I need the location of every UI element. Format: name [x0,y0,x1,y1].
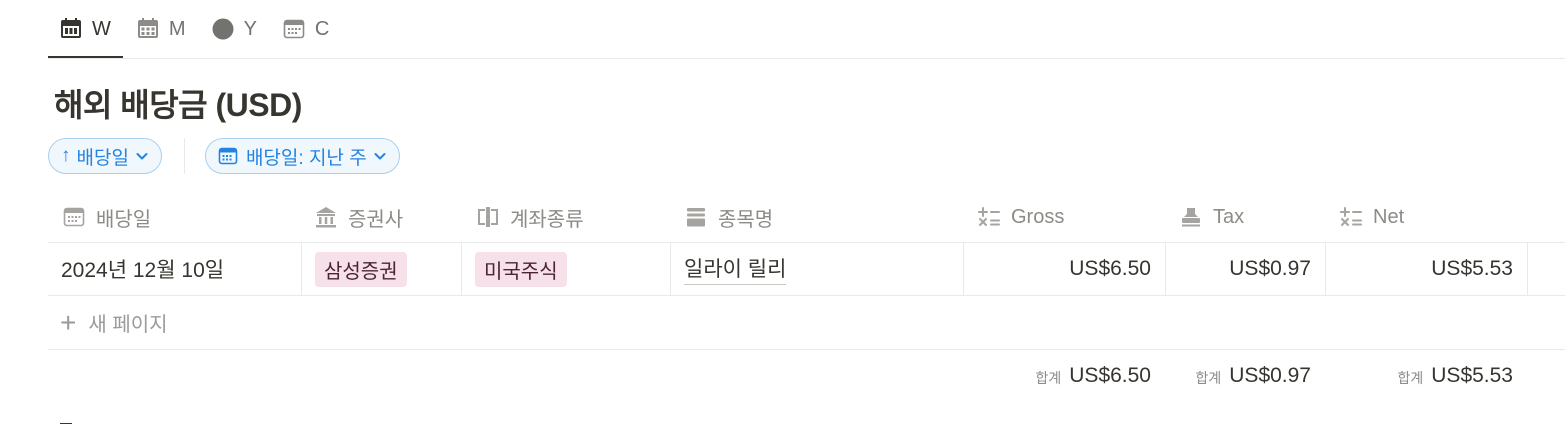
cell-account-type[interactable]: 미국주식 [462,243,670,295]
calendar-icon [283,18,305,40]
total-label: 합계 [1195,370,1222,386]
plus-icon: + [60,306,77,338]
column-header-label: Net [1373,205,1405,228]
column-header-label: 배당일 [96,208,152,231]
column-header-label: 종목명 [718,208,774,231]
date-filter-label: 배당일: 지난 주 [245,147,367,169]
database-title[interactable]: 해외 배당금 (USD) [54,80,302,126]
tab-week[interactable]: W [48,0,123,58]
stamp-icon [1179,205,1203,229]
tab-calendar-label: C [314,17,330,40]
chevron-down-icon [135,149,149,163]
tab-month[interactable]: M [125,0,198,58]
total-tax[interactable]: 합계 US$0.97 [1166,350,1325,402]
cell-gross[interactable]: US$6.50 [964,243,1165,295]
column-header-stock-name[interactable]: 종목명 [684,192,773,242]
cell-date[interactable]: 2024년 12월 10일 [48,243,301,295]
cell-stock-name[interactable]: 일라이 릴리 [671,243,963,295]
tab-calendar[interactable]: C [271,0,341,58]
next-block-peek [58,414,118,424]
filter-bar: ↑ 배당일 배당일: 지난 주 [48,138,400,174]
arrow-up-icon: ↑ [61,145,71,166]
total-gross[interactable]: 합계 US$6.50 [964,350,1165,402]
bank-icon [314,205,338,229]
column-header-label: Gross [1011,205,1065,228]
date-filter-chip[interactable]: 배당일: 지난 주 [204,138,400,174]
total-tax-value: US$0.97 [1229,364,1311,387]
column-header-tax[interactable]: Tax [1179,192,1244,242]
relation-icon [476,205,500,229]
calendar-icon [218,146,238,166]
tab-month-label: M [168,17,186,40]
cell-broker[interactable]: 삼성증권 [302,243,461,295]
formula-icon [1339,205,1363,229]
calendar-week-icon [60,18,82,40]
title-icon [684,205,708,229]
broker-tag: 삼성증권 [315,251,407,287]
total-gross-value: US$6.50 [1069,364,1151,387]
total-net[interactable]: 합계 US$5.53 [1326,350,1527,402]
stock-name-link[interactable]: 일라이 릴리 [684,253,787,285]
tab-year[interactable]: Y [200,0,269,58]
chevron-down-icon [373,149,387,163]
total-label: 합계 [1397,370,1424,386]
column-header-label: Tax [1213,205,1245,228]
sort-chip-label: 배당일 [76,147,129,169]
total-net-value: US$5.53 [1431,364,1513,387]
column-header-gross[interactable]: Gross [977,192,1064,242]
cell-net[interactable]: US$5.53 [1326,243,1527,295]
chip-divider [183,138,185,174]
new-page-label: 새 페이지 [88,314,168,336]
table-header: 배당일 증권사 계좌종류 종목명 Gross Tax Net [48,192,1565,242]
total-label: 합계 [1035,370,1062,386]
formula-icon [977,205,1001,229]
column-header-date[interactable]: 배당일 [62,192,151,242]
calendar-icon [62,205,86,229]
column-header-net[interactable]: Net [1339,192,1404,242]
tabs-divider [48,58,1565,59]
row-divider [48,295,1565,296]
column-header-label: 계좌종류 [510,208,584,231]
tab-year-label: Y [243,17,257,40]
sort-chip[interactable]: ↑ 배당일 [48,138,162,174]
column-header-account-type[interactable]: 계좌종류 [476,192,584,242]
column-divider [1527,243,1528,295]
tab-week-label: W [92,17,111,40]
calendar-month-icon [137,18,159,40]
column-header-label: 증권사 [348,208,404,231]
column-header-broker[interactable]: 증권사 [314,192,403,242]
account-type-tag: 미국주식 [475,251,567,287]
table-row[interactable]: 2024년 12월 10일 삼성증권 미국주식 일라이 릴리 US$6.50 U… [48,243,1565,295]
new-page-button[interactable]: + 새 페이지 [60,296,168,349]
circle-icon [212,18,234,40]
cell-tax[interactable]: US$0.97 [1166,243,1325,295]
view-tabs: W M Y C [48,0,343,58]
